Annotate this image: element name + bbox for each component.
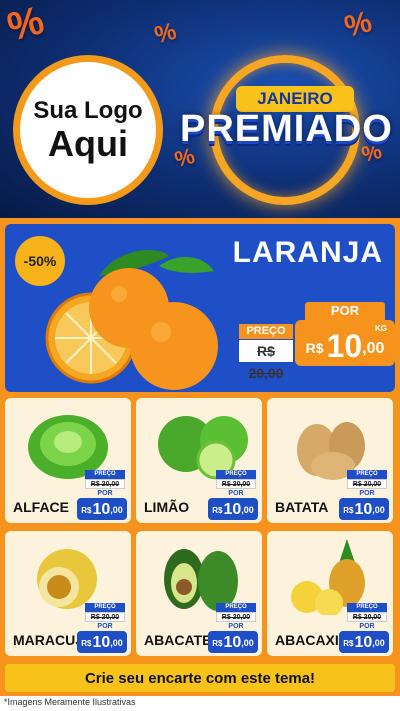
old-price: R$ 20,00 — [85, 479, 125, 489]
new-price-label: POR — [97, 623, 113, 630]
price-tag: R$ 10,00 — [77, 498, 127, 520]
price-integer: 10 — [326, 328, 363, 364]
logo-placeholder: Sua Logo Aqui — [13, 55, 163, 205]
price-tag: R$ 10,00 — [208, 631, 258, 653]
price-integer: 10 — [92, 501, 111, 518]
price-cents: ,00 — [372, 638, 385, 648]
new-price-label: POR — [305, 302, 385, 320]
product-card[interactable]: ABACATE PREÇO R$ 20,00 POR R$ 10,00 — [136, 531, 262, 656]
percent-icon: % — [341, 5, 376, 44]
product-name: ALFACE — [13, 499, 69, 515]
promo-title: PREMIADO — [180, 108, 393, 150]
old-price-label: PREÇO — [239, 324, 293, 339]
price-tag: R$ 10 ,00 KG — [295, 320, 395, 366]
price-tag: R$ 10,00 — [339, 498, 389, 520]
percent-icon: % — [151, 17, 180, 50]
currency: R$ — [343, 506, 354, 515]
cta-button[interactable]: Crie seu encarte com este tema! — [5, 664, 395, 692]
currency: R$ — [212, 506, 223, 515]
price-integer: 10 — [223, 634, 242, 651]
product-card[interactable]: MARACUJÁ PREÇO R$ 20,00 POR R$ 10,00 — [5, 531, 131, 656]
disclaimer: *Imagens Meramente Ilustrativas — [4, 697, 136, 707]
product-name: ABACAXI — [275, 632, 339, 648]
currency: R$ — [81, 639, 92, 648]
price-tag: R$ 10,00 — [77, 631, 127, 653]
price-cents: ,00 — [110, 638, 123, 648]
new-price-label: POR — [228, 490, 244, 497]
price-integer: 10 — [92, 634, 111, 651]
old-price: R$ 20,00 — [216, 479, 256, 489]
old-price: R$ 20,00 — [216, 612, 256, 622]
price-cents: ,00 — [362, 340, 385, 357]
currency: R$ — [212, 639, 223, 648]
product-name: BATATA — [275, 499, 329, 515]
new-price-label: POR — [228, 623, 244, 630]
product-name: LIMÃO — [144, 499, 190, 515]
old-price: R$ 20,00 — [239, 340, 293, 381]
price-cents: ,00 — [110, 505, 123, 515]
currency: R$ — [343, 639, 354, 648]
price-cents: ,00 — [241, 638, 254, 648]
logo-text-line1: Sua Logo — [33, 97, 143, 124]
old-price-label: PREÇO — [85, 603, 125, 612]
old-price-label: PREÇO — [85, 470, 125, 479]
product-card[interactable]: LIMÃO PREÇO R$ 20,00 POR R$ 10,00 — [136, 398, 262, 523]
logo-text-line2: Aqui — [48, 123, 128, 164]
old-price-label: PREÇO — [216, 603, 256, 612]
header-banner: % % % % % Sua Logo Aqui JANEIRO PREMIADO — [0, 0, 400, 218]
price-unit: KG — [375, 324, 387, 333]
product-card[interactable]: BATATA PREÇO R$ 20,00 POR R$ 10,00 — [267, 398, 393, 523]
currency: R$ — [81, 506, 92, 515]
featured-product-name: LARANJA — [232, 236, 383, 269]
percent-icon: % — [2, 0, 49, 50]
old-price: R$ 20,00 — [85, 612, 125, 622]
new-price-label: POR — [359, 490, 375, 497]
old-price: R$ 20,00 — [347, 479, 387, 489]
currency: R$ — [305, 340, 324, 356]
price-cents: ,00 — [372, 505, 385, 515]
price-integer: 10 — [223, 501, 242, 518]
featured-product-card[interactable]: -50% LARANJA PREÇO R$ 20,00 POR R$ 10 ,0… — [5, 224, 395, 392]
price-integer: 10 — [354, 634, 373, 651]
price-tag: R$ 10,00 — [208, 498, 258, 520]
new-price-label: POR — [359, 623, 375, 630]
product-card[interactable]: ALFACE PREÇO R$ 20,00 POR R$ 10,00 — [5, 398, 131, 523]
old-price-label: PREÇO — [347, 470, 387, 479]
product-card[interactable]: ABACAXI PREÇO R$ 20,00 POR R$ 10,00 — [267, 531, 393, 656]
old-price-label: PREÇO — [216, 470, 256, 479]
old-price: R$ 20,00 — [347, 612, 387, 622]
discount-badge: -50% — [15, 236, 65, 286]
new-price-label: POR — [97, 490, 113, 497]
price-tag: R$ 10,00 — [339, 631, 389, 653]
price-integer: 10 — [354, 501, 373, 518]
product-name: ABACATE — [144, 632, 212, 648]
price-cents: ,00 — [241, 505, 254, 515]
old-price-label: PREÇO — [347, 603, 387, 612]
